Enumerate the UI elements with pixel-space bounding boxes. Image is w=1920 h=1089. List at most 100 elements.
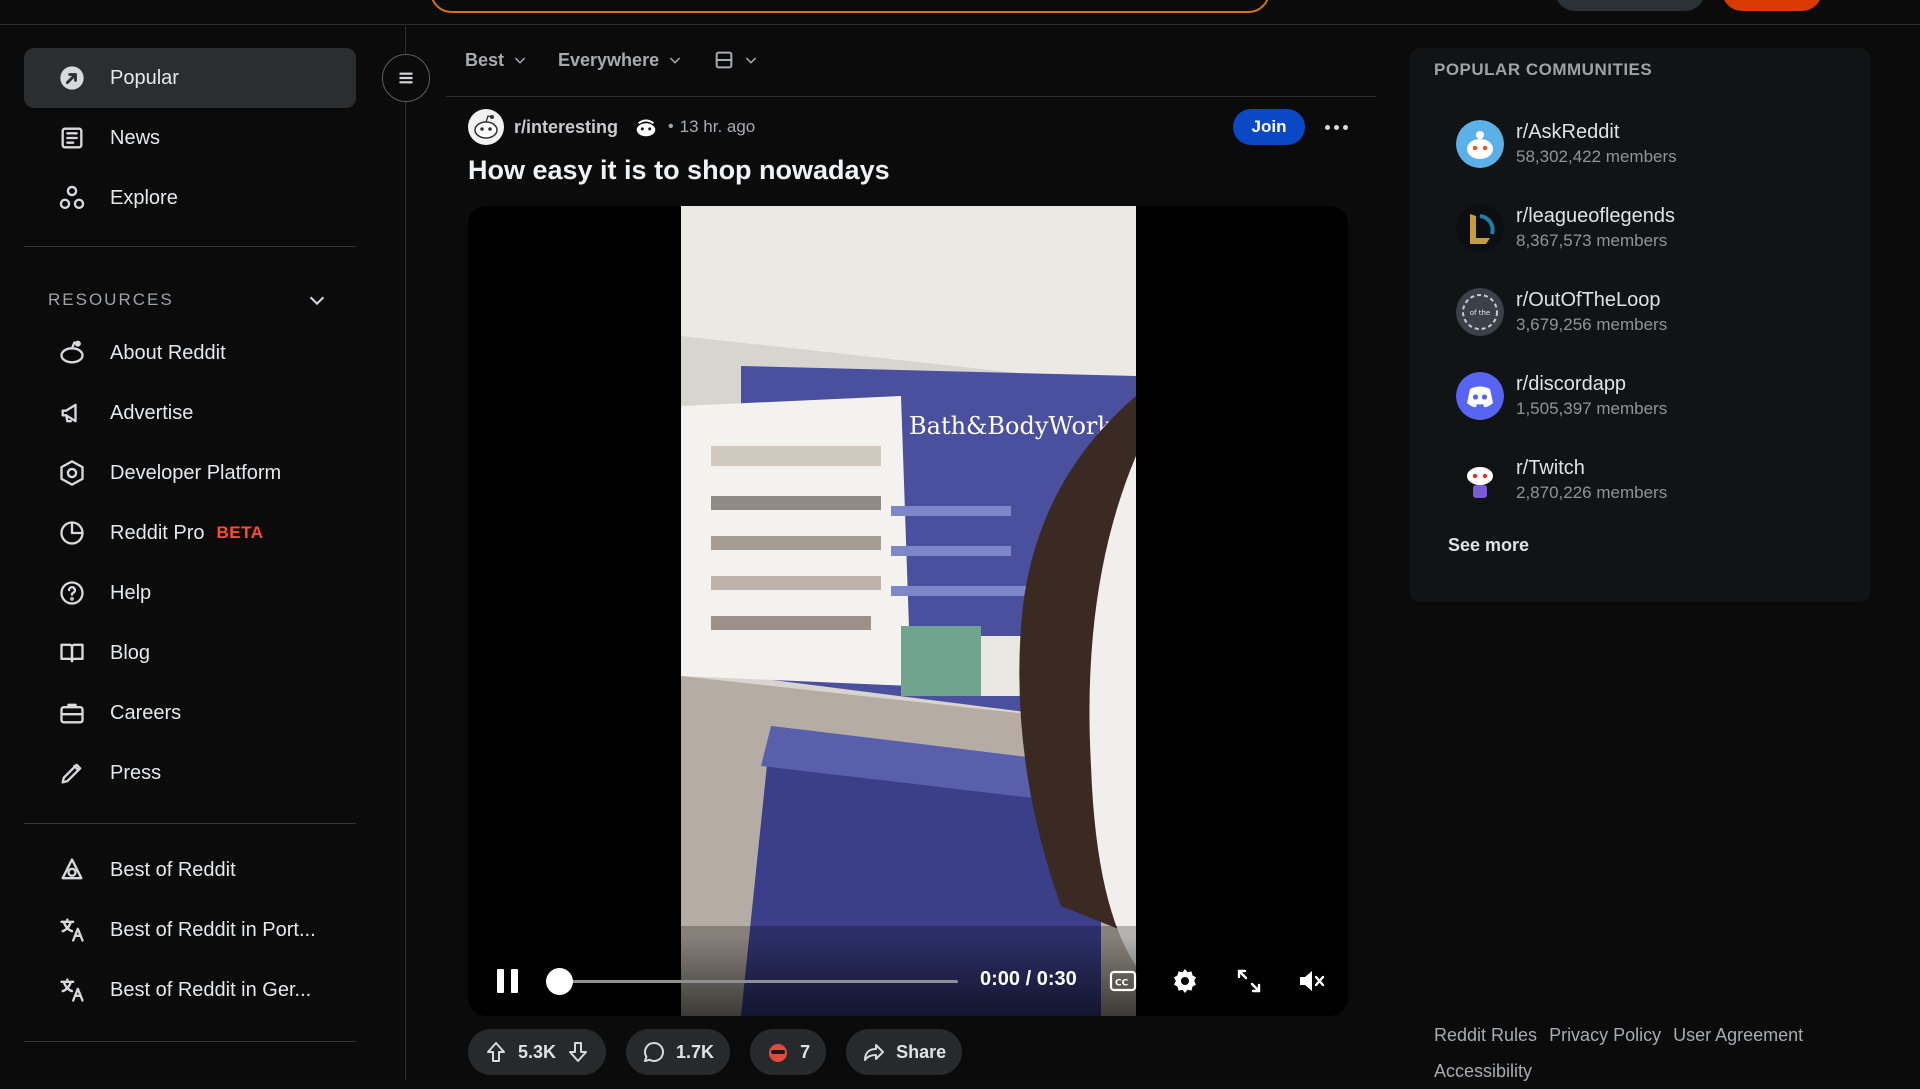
left-sidebar: Popular News Explore RESOURCES About Red… <box>0 26 406 1080</box>
sidebar-item-about-reddit[interactable]: About Reddit <box>24 323 356 383</box>
progress-knob[interactable] <box>546 968 573 995</box>
community-item[interactable]: of the r/OutOfTheLoop 3,679,256 members <box>1456 282 1836 342</box>
sort-dropdown[interactable]: Best <box>465 50 528 71</box>
top-header <box>0 0 1920 25</box>
snoo-flair-icon <box>632 113 660 141</box>
sidebar-item-label: News <box>110 126 161 149</box>
award-icon <box>769 1044 788 1062</box>
location-label: Everywhere <box>558 49 660 70</box>
fullscreen-button[interactable] <box>1232 964 1266 998</box>
sidebar-item-best-of-reddit-german[interactable]: Best of Reddit in Ger... <box>24 960 356 1020</box>
community-name: r/discordapp <box>1516 373 1627 395</box>
subreddit-avatar[interactable] <box>468 109 504 145</box>
sidebar-item-explore[interactable]: Explore <box>24 168 356 228</box>
downvote-icon[interactable] <box>566 1040 590 1064</box>
popular-communities-panel: POPULAR COMMUNITIES r/AskReddit 58,302,4… <box>1410 48 1870 602</box>
community-members: 3,679,256 members <box>1516 315 1668 334</box>
community-name: r/leagueoflegends <box>1516 205 1676 227</box>
post-time: 13 hr. ago <box>679 117 756 136</box>
community-item[interactable]: r/Twitch 2,870,226 members <box>1456 450 1836 510</box>
translate-icon <box>56 914 88 946</box>
sidebar-item-popular[interactable]: Popular <box>24 48 356 108</box>
snoo-icon <box>56 337 88 369</box>
footer-link-user-agreement[interactable]: User Agreement <box>1673 1025 1803 1045</box>
search-bar[interactable] <box>430 0 1270 13</box>
news-icon <box>56 122 88 154</box>
vote-group: 5.3K <box>468 1029 607 1075</box>
login-button[interactable] <box>1722 0 1822 11</box>
muted-speaker-icon <box>1300 971 1325 991</box>
footer-link-rules[interactable]: Reddit Rules <box>1434 1025 1537 1045</box>
sidebar-item-label: Explore <box>110 186 178 209</box>
sidebar-item-label: Best of Reddit in Port... <box>110 918 316 941</box>
pause-button[interactable] <box>492 966 522 996</box>
sidebar-divider <box>24 1041 356 1042</box>
view-dropdown[interactable] <box>713 49 759 71</box>
meta-separator: • <box>668 118 674 135</box>
sidebar-item-label: About Reddit <box>110 341 226 364</box>
video-time: 0:00 / 0:30 <box>980 968 1077 990</box>
mute-button[interactable] <box>1294 964 1328 998</box>
more-options-button[interactable] <box>1316 112 1356 142</box>
sidebar-item-advertise[interactable]: Advertise <box>24 383 356 443</box>
sidebar-item-label: Reddit Pro <box>110 521 205 544</box>
join-button[interactable]: Join <box>1233 109 1305 145</box>
comments-button[interactable]: 1.7K <box>626 1029 731 1075</box>
expand-icon <box>1237 969 1261 993</box>
post-actions: 5.3K 1.7K 7 Share <box>468 1029 963 1075</box>
sidebar-item-press[interactable]: Press <box>24 743 356 803</box>
community-members: 58,302,422 members <box>1516 147 1677 166</box>
best-of-icon <box>56 854 88 886</box>
subreddit-name[interactable]: r/interesting <box>514 117 618 138</box>
sidebar-item-best-of-reddit[interactable]: Best of Reddit <box>24 840 356 900</box>
svg-text:of the: of the <box>1470 309 1490 317</box>
sidebar-item-label: Help <box>110 581 152 604</box>
feed-controls: Best Everywhere <box>465 44 759 76</box>
progress-track[interactable] <box>562 980 958 983</box>
settings-button[interactable] <box>1168 964 1202 998</box>
card-view-icon <box>715 51 733 69</box>
community-item[interactable]: r/AskReddit 58,302,422 members <box>1456 114 1836 174</box>
post-title[interactable]: How easy it is to shop nowadays <box>468 155 890 186</box>
share-button[interactable]: Share <box>846 1029 963 1075</box>
vote-count: 5.3K <box>518 1041 557 1062</box>
resources-title: RESOURCES <box>48 290 174 309</box>
sidebar-item-news[interactable]: News <box>24 108 356 168</box>
sidebar-item-blog[interactable]: Blog <box>24 623 356 683</box>
video-player[interactable]: Bath&BodyWorks 0:00 / 0:30 CC <box>468 206 1348 1016</box>
see-more-button[interactable]: See more <box>1448 535 1529 556</box>
location-dropdown[interactable]: Everywhere <box>558 50 683 71</box>
comment-icon <box>644 1042 665 1062</box>
sidebar-item-best-of-reddit-portuguese[interactable]: Best of Reddit in Port... <box>24 900 356 960</box>
captions-icon: CC <box>1109 970 1137 992</box>
community-name: r/AskReddit <box>1516 121 1620 143</box>
community-name: r/OutOfTheLoop <box>1516 289 1661 311</box>
community-item[interactable]: r/leagueoflegends 8,367,573 members <box>1456 198 1836 258</box>
pen-icon <box>56 757 88 789</box>
sidebar-item-label: Press <box>110 761 162 784</box>
collapse-sidebar-button[interactable] <box>382 54 430 102</box>
chevron-down-icon <box>669 57 681 64</box>
footer-link-accessibility[interactable]: Accessibility <box>1434 1061 1532 1081</box>
footer-link-privacy[interactable]: Privacy Policy <box>1549 1025 1661 1045</box>
sidebar-item-careers[interactable]: Careers <box>24 683 356 743</box>
sidebar-item-developer-platform[interactable]: Developer Platform <box>24 443 356 503</box>
captions-button[interactable]: CC <box>1106 964 1140 998</box>
sidebar-item-label: Blog <box>110 641 151 664</box>
video-frame[interactable]: Bath&BodyWorks <box>681 206 1136 1016</box>
sidebar-item-label: Careers <box>110 701 182 724</box>
resources-header[interactable]: RESOURCES <box>48 285 328 315</box>
chevron-down-icon <box>309 296 325 306</box>
header-button[interactable] <box>1555 0 1705 11</box>
awards-button[interactable]: 7 <box>750 1029 827 1075</box>
developer-icon <box>56 457 88 489</box>
comment-count: 1.7K <box>676 1041 715 1062</box>
panel-title: POPULAR COMMUNITIES <box>1434 60 1653 79</box>
megaphone-icon <box>56 397 88 429</box>
briefcase-icon <box>56 697 88 729</box>
sidebar-item-reddit-pro[interactable]: Reddit Pro BETA <box>24 503 356 563</box>
community-item[interactable]: r/discordapp 1,505,397 members <box>1456 366 1836 426</box>
upvote-icon[interactable] <box>484 1040 508 1064</box>
store-sign: Bath&BodyWorks <box>909 412 1124 440</box>
sidebar-item-help[interactable]: Help <box>24 563 356 623</box>
